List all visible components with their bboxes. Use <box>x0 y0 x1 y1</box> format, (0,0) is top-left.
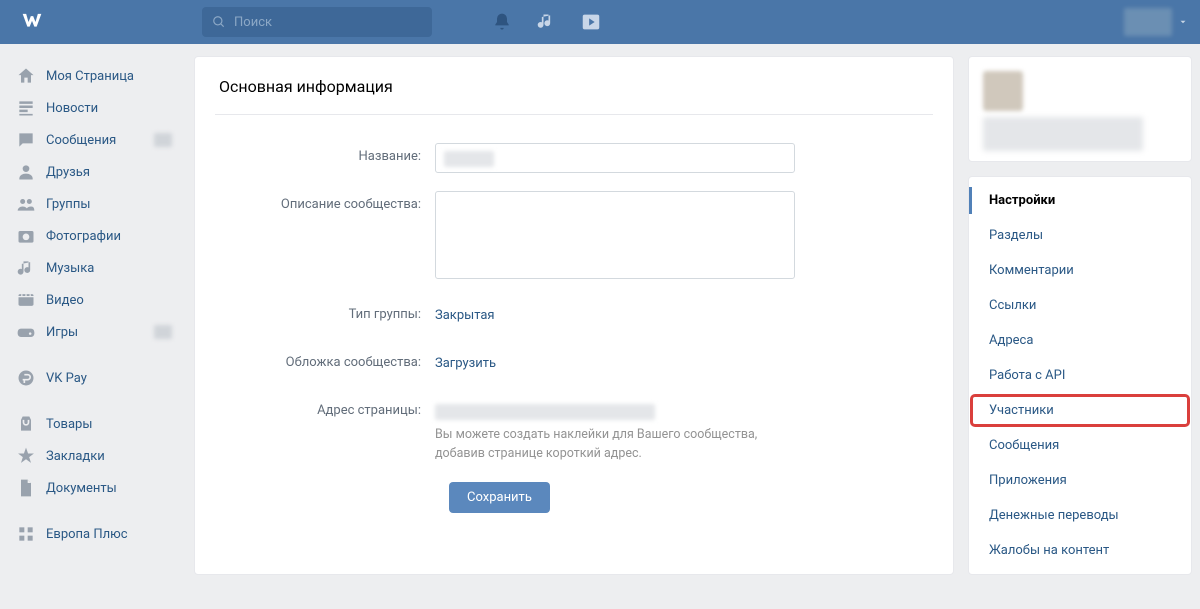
page-title: Основная информация <box>215 77 933 115</box>
chevron-down-icon <box>1178 17 1188 27</box>
sidebar-item-games[interactable]: Игры <box>8 316 180 348</box>
sidebar-item-groups[interactable]: Группы <box>8 188 180 220</box>
main-panel: Основная информация Название: Описание с… <box>194 56 954 575</box>
sidebar-item-music[interactable]: Музыка <box>8 252 180 284</box>
settings-menu-item[interactable]: Участники <box>969 393 1191 428</box>
groups-icon <box>16 194 36 214</box>
star-icon <box>16 446 36 466</box>
games-icon <box>16 322 36 342</box>
sidebar-item-grid[interactable]: Европа Плюс <box>8 518 180 550</box>
sidebar-item-video[interactable]: Видео <box>8 284 180 316</box>
address-value <box>435 404 655 420</box>
left-sidebar: Моя Страница Новости Сообщения Друзья Гр… <box>8 56 180 575</box>
name-input[interactable] <box>435 143 795 173</box>
description-textarea[interactable] <box>435 191 795 279</box>
sidebar-item-shop[interactable]: Товары <box>8 408 180 440</box>
sidebar-label: Видео <box>46 293 84 308</box>
settings-menu-item[interactable]: Денежные переводы <box>969 498 1191 533</box>
settings-menu-item[interactable]: Сообщения <box>969 428 1191 463</box>
sidebar-item-news[interactable]: Новости <box>8 92 180 124</box>
user-avatar <box>1124 8 1172 36</box>
play-icon[interactable] <box>580 11 602 33</box>
music-icon <box>16 258 36 278</box>
shop-icon <box>16 414 36 434</box>
sidebar-label: Музыка <box>46 261 94 276</box>
friends-icon <box>16 162 36 182</box>
sidebar-label: Группы <box>46 197 90 212</box>
sidebar-label: Фотографии <box>46 229 121 244</box>
msg-icon <box>16 130 36 150</box>
sidebar-item-photos[interactable]: Фотографии <box>8 220 180 252</box>
right-column: НастройкиРазделыКомментарииСсылкиАдресаР… <box>968 56 1192 575</box>
sidebar-label: Моя Страница <box>46 69 134 84</box>
settings-menu-item[interactable]: Приложения <box>969 463 1191 498</box>
settings-menu: НастройкиРазделыКомментарииСсылкиАдресаР… <box>968 176 1192 575</box>
save-button[interactable]: Сохранить <box>449 482 550 513</box>
sidebar-label: Друзья <box>46 165 90 180</box>
music-icon[interactable] <box>536 12 556 32</box>
sidebar-label: Закладки <box>46 449 105 464</box>
label-addr: Адрес страницы: <box>215 397 435 464</box>
sidebar-label: Европа Плюс <box>46 527 128 542</box>
search-input[interactable]: Поиск <box>202 7 432 37</box>
top-bar: Поиск <box>0 0 1200 44</box>
upload-cover-link[interactable]: Загрузить <box>435 349 496 379</box>
address-hint: Вы можете создать наклейки для Вашего со… <box>435 426 795 464</box>
sidebar-item-pay[interactable]: VK Pay <box>8 362 180 394</box>
settings-menu-item[interactable]: Адреса <box>969 323 1191 358</box>
community-avatar <box>983 71 1023 111</box>
settings-menu-item[interactable]: Ссылки <box>969 288 1191 323</box>
vk-logo[interactable] <box>12 8 52 36</box>
search-placeholder: Поиск <box>234 15 272 30</box>
settings-menu-item[interactable]: Жалобы на контент <box>969 533 1191 568</box>
sidebar-item-docs[interactable]: Документы <box>8 472 180 504</box>
video-icon <box>16 290 36 310</box>
label-cover: Обложка сообщества: <box>215 349 435 379</box>
settings-menu-item[interactable]: Комментарии <box>969 253 1191 288</box>
label-desc: Описание сообщества: <box>215 191 435 283</box>
sidebar-item-star[interactable]: Закладки <box>8 440 180 472</box>
label-type: Тип группы: <box>215 301 435 331</box>
sidebar-label: Товары <box>46 417 92 432</box>
sidebar-item-home[interactable]: Моя Страница <box>8 60 180 92</box>
sidebar-label: Документы <box>46 481 117 496</box>
pay-icon <box>16 368 36 388</box>
news-icon <box>16 98 36 118</box>
sidebar-item-friends[interactable]: Друзья <box>8 156 180 188</box>
home-icon <box>16 66 36 86</box>
community-name <box>983 117 1143 151</box>
settings-menu-item[interactable]: Работа с API <box>969 358 1191 393</box>
group-type-link[interactable]: Закрытая <box>435 301 495 331</box>
sidebar-label: Игры <box>46 325 78 340</box>
bell-icon[interactable] <box>492 12 512 32</box>
user-menu[interactable] <box>1124 8 1188 36</box>
sidebar-label: Сообщения <box>46 133 116 148</box>
photos-icon <box>16 226 36 246</box>
label-name: Название: <box>215 143 435 173</box>
settings-menu-item[interactable]: Настройки <box>969 183 1191 218</box>
community-card[interactable] <box>968 56 1192 162</box>
sidebar-label: Новости <box>46 101 98 116</box>
sidebar-label: VK Pay <box>46 371 87 386</box>
docs-icon <box>16 478 36 498</box>
sidebar-item-msg[interactable]: Сообщения <box>8 124 180 156</box>
grid-icon <box>16 524 36 544</box>
settings-menu-item[interactable]: Разделы <box>969 218 1191 253</box>
top-icons <box>492 11 602 33</box>
